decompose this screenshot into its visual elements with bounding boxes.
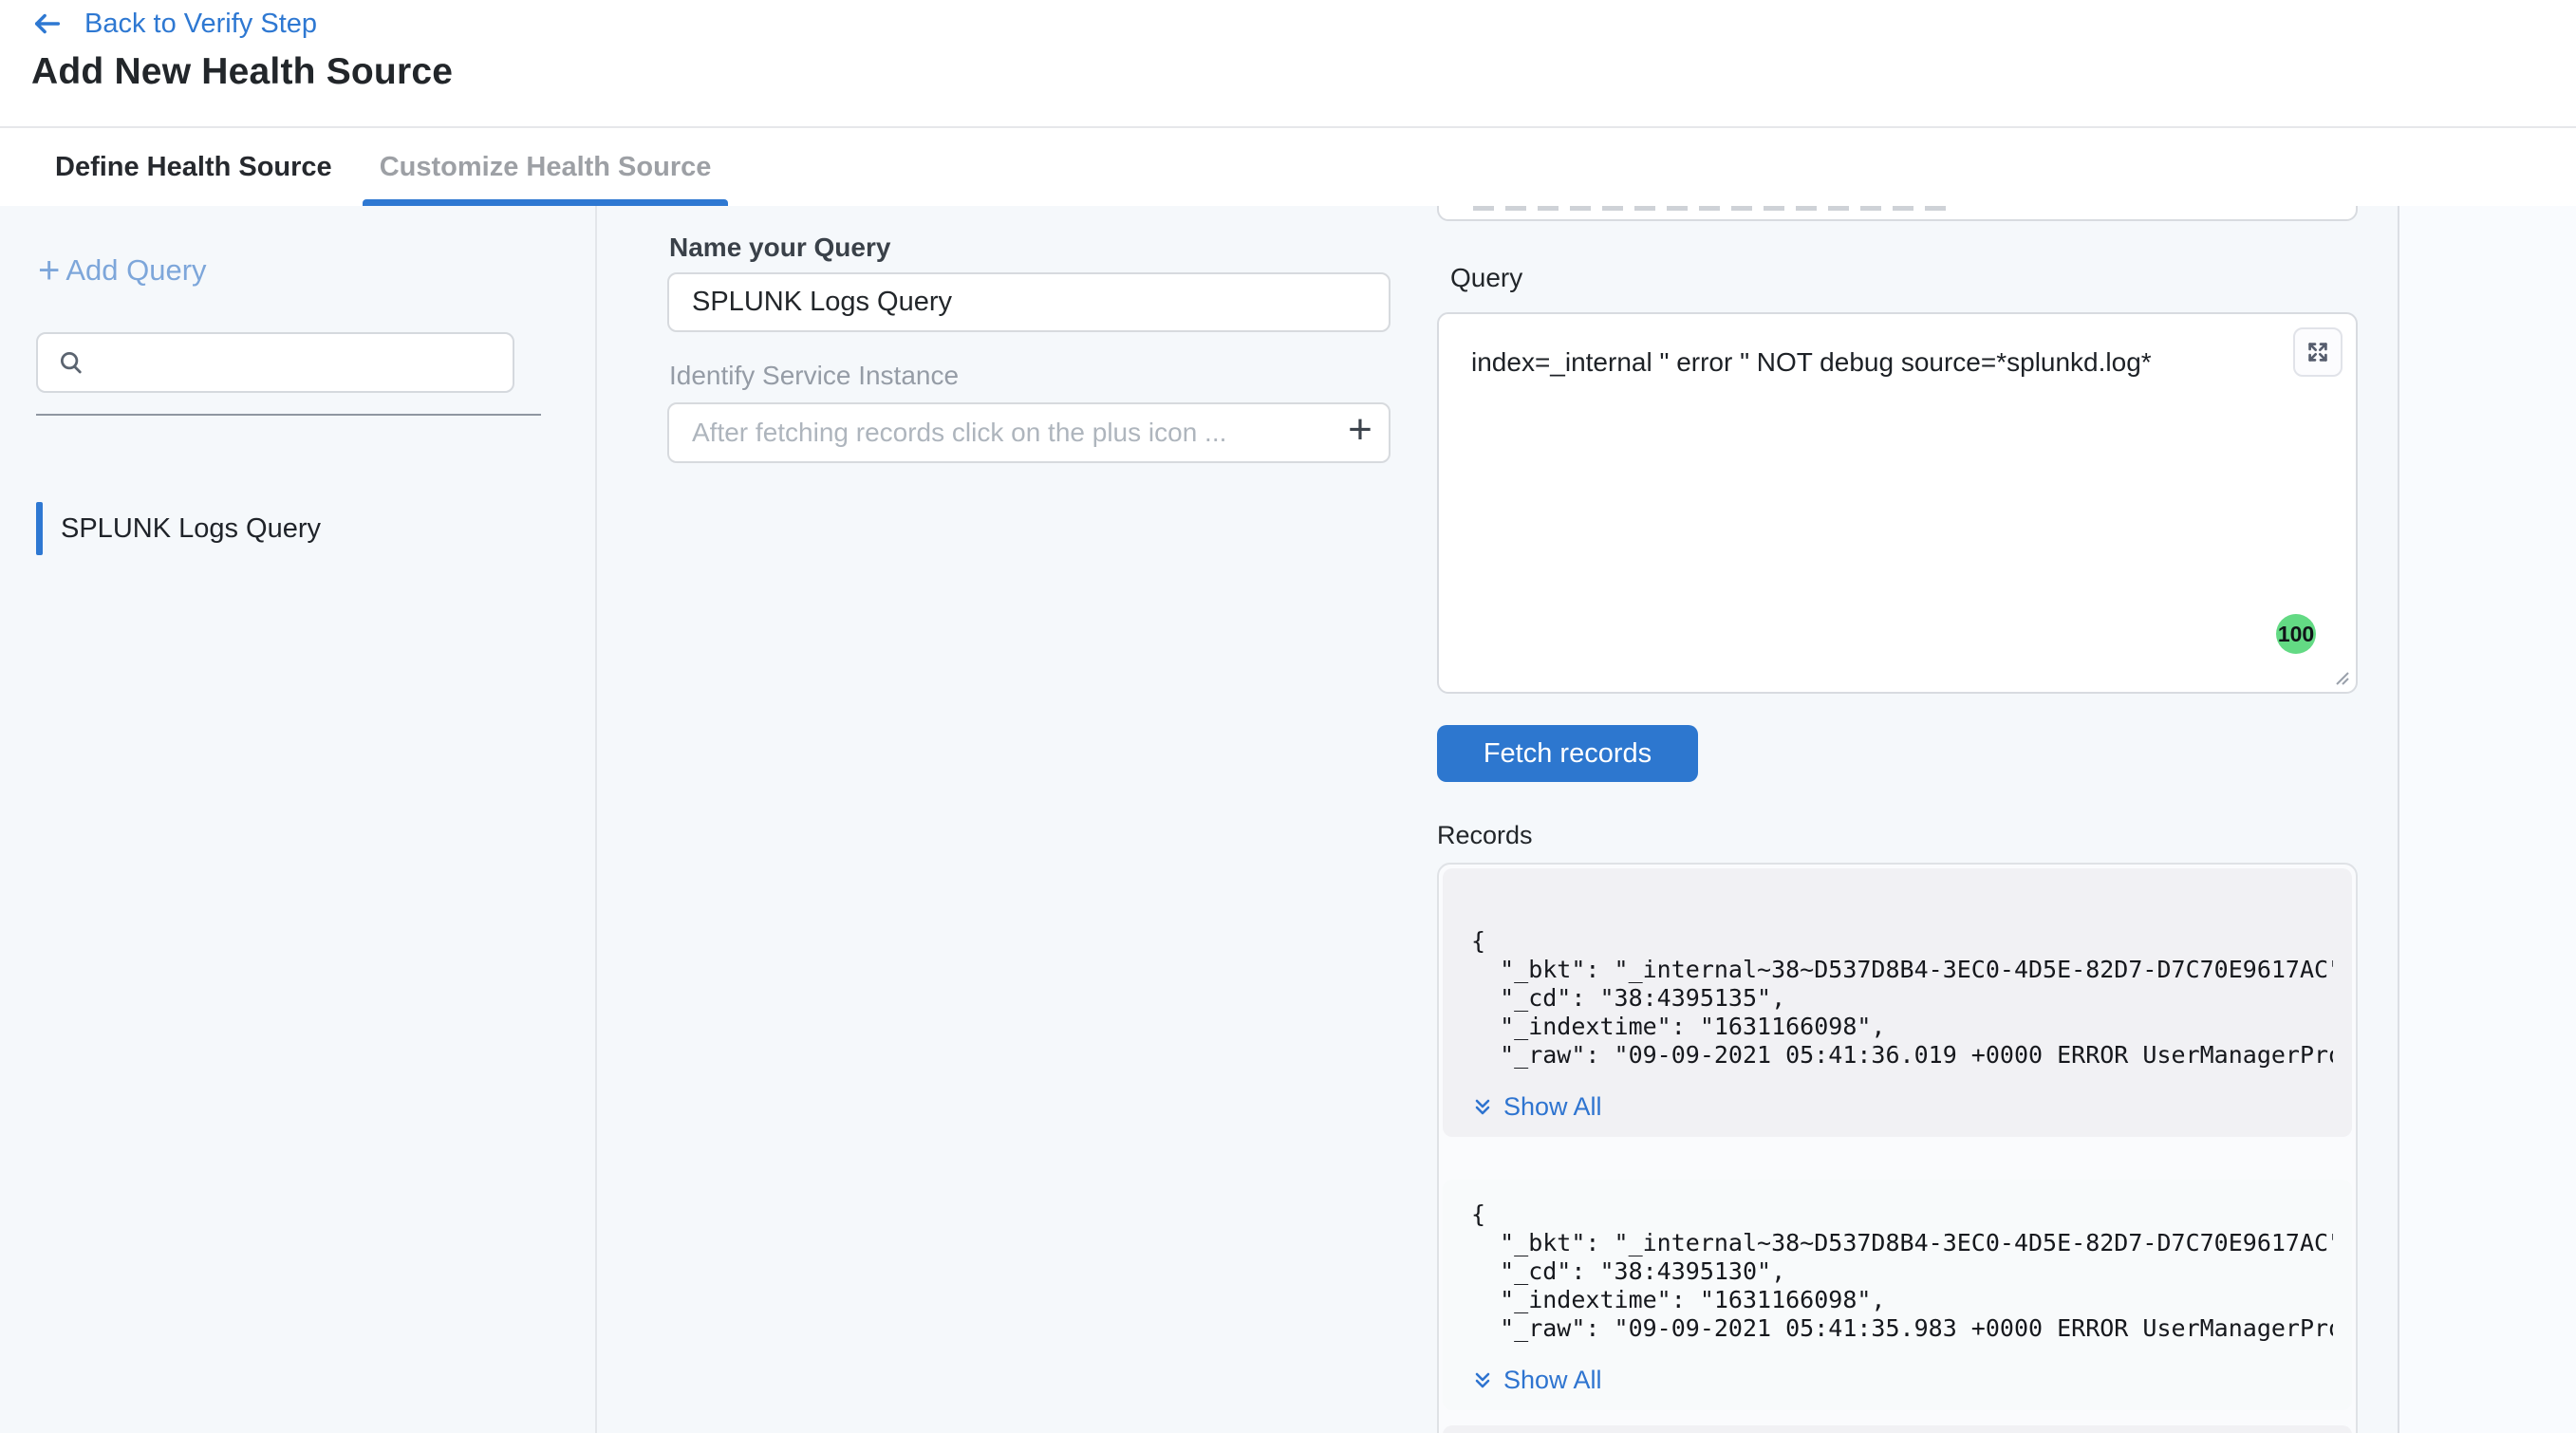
expand-icon (2305, 339, 2331, 365)
page-title: Add New Health Source (31, 51, 453, 93)
tab-label: Define Health Source (55, 152, 332, 183)
content-area: + Add Query SPLUNK Logs Query Name your … (0, 206, 2576, 1433)
add-query-button[interactable]: + Add Query (38, 251, 207, 289)
records-container: { "_bkt": "_internal~38~D537D8B4-3EC0-4D… (1437, 863, 2358, 1433)
record-card: { "_bkt": "_internal~38~D537D8B4-3EC0-4D… (1443, 1180, 2352, 1410)
arrow-left-icon (31, 8, 64, 40)
right-margin-strip (2399, 206, 2576, 1433)
record-json: { "_bkt": "_internal~38~D537D8B4-3EC0-4D… (1471, 927, 2333, 1070)
record-card: { "_bkt": "_internal~38~D537D8B4-3EC0-4D… (1443, 868, 2352, 1137)
sidebar-item-label: SPLUNK Logs Query (61, 513, 321, 545)
fetch-records-button[interactable]: Fetch records (1437, 725, 1698, 782)
tab-label: Customize Health Source (380, 152, 712, 183)
page-header: Back to Verify Step Add New Health Sourc… (0, 0, 2576, 126)
tab-define-health-source[interactable]: Define Health Source (38, 128, 349, 206)
clipped-top-input[interactable] (1437, 206, 2358, 221)
add-query-label: Add Query (65, 253, 206, 288)
selected-indicator-bar (36, 502, 43, 555)
show-all-link[interactable]: Show All (1471, 1092, 2333, 1122)
show-all-link[interactable]: Show All (1471, 1366, 2333, 1395)
query-list: SPLUNK Logs Query (0, 498, 595, 559)
clipped-text-fragment (1473, 206, 1948, 211)
main-panel: Name your Query Identify Service Instanc… (599, 206, 2398, 1433)
show-all-label: Show All (1503, 1092, 1602, 1122)
query-label: Query (1450, 263, 1522, 293)
record-count-badge: 100 (2276, 614, 2316, 654)
service-instance-input[interactable] (669, 418, 1332, 448)
double-chevron-down-icon (1471, 1369, 1494, 1392)
service-instance-field: + (667, 402, 1391, 463)
sidebar-divider (36, 414, 541, 416)
double-chevron-down-icon (1471, 1096, 1494, 1119)
name-your-query-label: Name your Query (669, 233, 890, 263)
query-value: index=_internal " error " NOT debug sour… (1471, 344, 2251, 381)
show-all-label: Show All (1503, 1366, 1602, 1395)
query-name-input[interactable] (667, 272, 1391, 332)
plus-icon: + (38, 251, 60, 289)
expand-query-button[interactable] (2293, 327, 2343, 377)
record-card (1443, 1425, 2352, 1433)
query-search-box[interactable] (36, 332, 514, 393)
back-link-label: Back to Verify Step (84, 9, 317, 40)
records-list: { "_bkt": "_internal~38~D537D8B4-3EC0-4D… (1443, 868, 2352, 1433)
add-service-instance-plus-icon[interactable]: + (1332, 404, 1389, 461)
records-label: Records (1437, 821, 1533, 850)
resize-handle-icon[interactable] (2329, 665, 2352, 688)
back-to-verify-link[interactable]: Back to Verify Step (31, 8, 317, 40)
sidebar-item-query[interactable]: SPLUNK Logs Query (0, 498, 595, 559)
search-input[interactable] (99, 347, 497, 378)
search-icon (57, 348, 85, 377)
tab-customize-health-source[interactable]: Customize Health Source (363, 128, 729, 206)
query-textarea[interactable]: index=_internal " error " NOT debug sour… (1437, 312, 2358, 694)
query-sidebar: + Add Query SPLUNK Logs Query (0, 206, 597, 1433)
record-json: { "_bkt": "_internal~38~D537D8B4-3EC0-4D… (1471, 1200, 2333, 1343)
identify-service-instance-label: Identify Service Instance (669, 361, 959, 391)
tab-bar: Define Health Source Customize Health So… (0, 126, 2576, 206)
